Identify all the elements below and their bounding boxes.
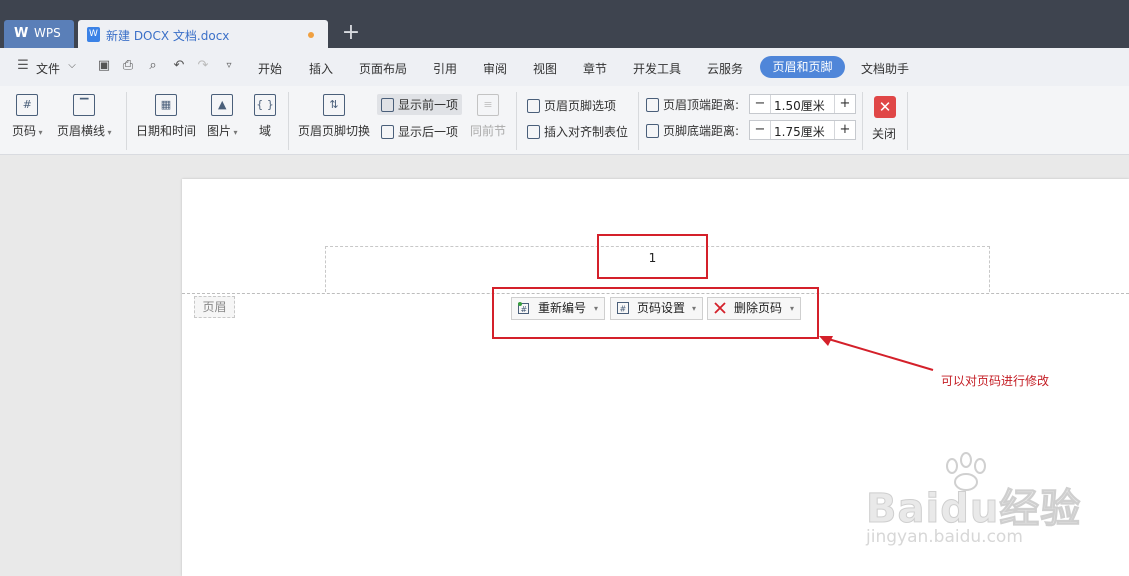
footer-bottom-distance-label: 页脚底端距离: bbox=[646, 122, 739, 139]
menu-review[interactable]: 审阅 bbox=[483, 60, 507, 77]
field-button[interactable]: { } 域 bbox=[254, 94, 276, 139]
menu-start[interactable]: 开始 bbox=[258, 60, 282, 77]
header-top-distance-stepper[interactable]: − 1.50厘米 + bbox=[749, 94, 856, 114]
insert-align-tab-button[interactable]: 插入对齐制表位 bbox=[527, 123, 628, 140]
page-number-icon: # bbox=[16, 94, 39, 116]
calendar-icon: ▦ bbox=[155, 94, 177, 116]
hamburger-menu-icon[interactable]: ☰ bbox=[15, 58, 31, 74]
tab-document[interactable]: W 新建 DOCX 文档.docx bbox=[78, 20, 328, 48]
header-top-distance-value[interactable]: 1.50厘米 bbox=[774, 97, 825, 114]
close-header-footer-icon[interactable]: ✕ bbox=[874, 96, 896, 118]
print-icon[interactable]: ⎙ bbox=[120, 58, 136, 74]
annotation-arrow-icon bbox=[819, 336, 934, 371]
button-label: 显示后一项 bbox=[398, 125, 459, 139]
divider bbox=[638, 92, 639, 150]
show-next-button[interactable]: 显示后一项 bbox=[381, 123, 458, 140]
align-tab-icon bbox=[527, 125, 540, 139]
picture-button[interactable]: ▲ 图片 ▾ bbox=[207, 94, 238, 139]
header-tag: 页眉 bbox=[194, 296, 235, 318]
switch-icon: ⇅ bbox=[323, 94, 345, 116]
header-distance-icon bbox=[646, 98, 659, 112]
divider bbox=[288, 92, 289, 150]
divider bbox=[126, 92, 127, 150]
baidu-jingyan-watermark: Baidu经验 bbox=[865, 486, 1082, 533]
footer-distance-icon bbox=[646, 124, 659, 138]
divider bbox=[907, 92, 908, 150]
page-number-button[interactable]: # 页码 ▾ bbox=[12, 94, 43, 139]
same-as-previous-button[interactable]: ≡ 同前节 bbox=[470, 94, 506, 139]
menu-developer-tools[interactable]: 开发工具 bbox=[633, 60, 681, 77]
page-number-field[interactable]: 1 bbox=[599, 251, 706, 265]
button-label: 页眉页脚切换 bbox=[298, 124, 371, 138]
show-previous-button[interactable]: 显示前一项 bbox=[377, 94, 463, 115]
button-label: 图片 bbox=[207, 124, 232, 138]
header-footer-switch-button[interactable]: ⇅ 页眉页脚切换 bbox=[298, 94, 370, 139]
header-line-icon: ▔ bbox=[73, 94, 96, 116]
decrement-button[interactable]: − bbox=[750, 95, 771, 113]
file-menu[interactable]: 文件 bbox=[36, 60, 60, 77]
divider bbox=[862, 92, 863, 150]
button-label: 页眉横线 bbox=[57, 124, 106, 138]
button-label: 域 bbox=[258, 124, 271, 138]
new-tab-button[interactable]: + bbox=[340, 22, 362, 44]
header-line-button[interactable]: ▔ 页眉横线 ▾ bbox=[57, 94, 112, 139]
title-tab-bar: W WPS W 新建 DOCX 文档.docx + bbox=[0, 0, 1129, 48]
tab-wps-home[interactable]: W WPS bbox=[4, 20, 74, 48]
unsaved-dot-icon bbox=[308, 32, 314, 38]
footer-bottom-distance-value[interactable]: 1.75厘米 bbox=[774, 123, 825, 140]
menu-bar: ☰ 文件 ⌵ ▣ ⎙ ⌕ ↶ ↷ ▿ 开始 插入 页面布局 引用 审阅 视图 章… bbox=[0, 48, 1129, 86]
tab-label: 新建 DOCX 文档.docx bbox=[106, 29, 230, 43]
increment-button[interactable]: + bbox=[834, 121, 855, 139]
field-icon: { } bbox=[254, 94, 276, 116]
footer-bottom-distance-stepper[interactable]: − 1.75厘米 + bbox=[749, 120, 856, 140]
date-time-button[interactable]: ▦ 日期和时间 bbox=[136, 94, 196, 139]
menu-section[interactable]: 章节 bbox=[583, 60, 607, 77]
ribbon-toolbar: # 页码 ▾ ▔ 页眉横线 ▾ ▦ 日期和时间 ▲ 图片 ▾ { } 域 ⇅ 页… bbox=[0, 86, 1129, 155]
divider bbox=[516, 92, 517, 150]
watermark-url: jingyan.baidu.com bbox=[866, 527, 1023, 547]
writer-document-icon: W bbox=[87, 27, 100, 42]
same-as-previous-icon: ≡ bbox=[477, 94, 499, 116]
page-number-toolbar-highlight-box bbox=[492, 287, 819, 339]
button-label: 显示前一项 bbox=[398, 98, 459, 112]
picture-icon: ▲ bbox=[211, 94, 234, 116]
tab-label: WPS bbox=[34, 26, 61, 40]
menu-references[interactable]: 引用 bbox=[433, 60, 457, 77]
menu-insert[interactable]: 插入 bbox=[309, 60, 333, 77]
chevron-down-icon[interactable]: ⌵ bbox=[64, 58, 80, 74]
button-label: 页码 bbox=[12, 124, 37, 138]
button-label: 日期和时间 bbox=[136, 124, 197, 138]
undo-icon[interactable]: ↶ bbox=[171, 58, 187, 74]
menu-cloud-services[interactable]: 云服务 bbox=[707, 60, 743, 77]
menu-document-assistant[interactable]: 文档助手 bbox=[861, 60, 909, 77]
close-header-footer-label[interactable]: 关闭 bbox=[872, 125, 896, 142]
print-preview-icon[interactable]: ⌕ bbox=[145, 58, 161, 74]
menu-view[interactable]: 视图 bbox=[533, 60, 557, 77]
redo-icon[interactable]: ↷ bbox=[195, 58, 211, 74]
show-previous-icon bbox=[381, 98, 394, 112]
page-number-highlight-box: 1 bbox=[597, 234, 708, 279]
button-label: 同前节 bbox=[470, 124, 507, 138]
menu-page-layout[interactable]: 页面布局 bbox=[359, 60, 407, 77]
wps-logo-icon: W bbox=[14, 26, 29, 41]
decrement-button[interactable]: − bbox=[750, 121, 771, 139]
show-next-icon bbox=[381, 125, 394, 139]
header-footer-options-button[interactable]: 页眉页脚选项 bbox=[527, 97, 616, 114]
menu-header-footer[interactable]: 页眉和页脚 bbox=[760, 56, 845, 78]
header-top-distance-label: 页眉顶端距离: bbox=[646, 96, 739, 113]
save-icon[interactable]: ▣ bbox=[96, 58, 112, 74]
button-label: 页眉页脚选项 bbox=[544, 99, 617, 113]
annotation-text: 可以对页码进行修改 bbox=[941, 374, 1050, 388]
customize-toolbar-icon[interactable]: ▿ bbox=[221, 58, 237, 74]
increment-button[interactable]: + bbox=[834, 95, 855, 113]
options-icon bbox=[527, 99, 540, 113]
button-label: 插入对齐制表位 bbox=[544, 125, 629, 139]
